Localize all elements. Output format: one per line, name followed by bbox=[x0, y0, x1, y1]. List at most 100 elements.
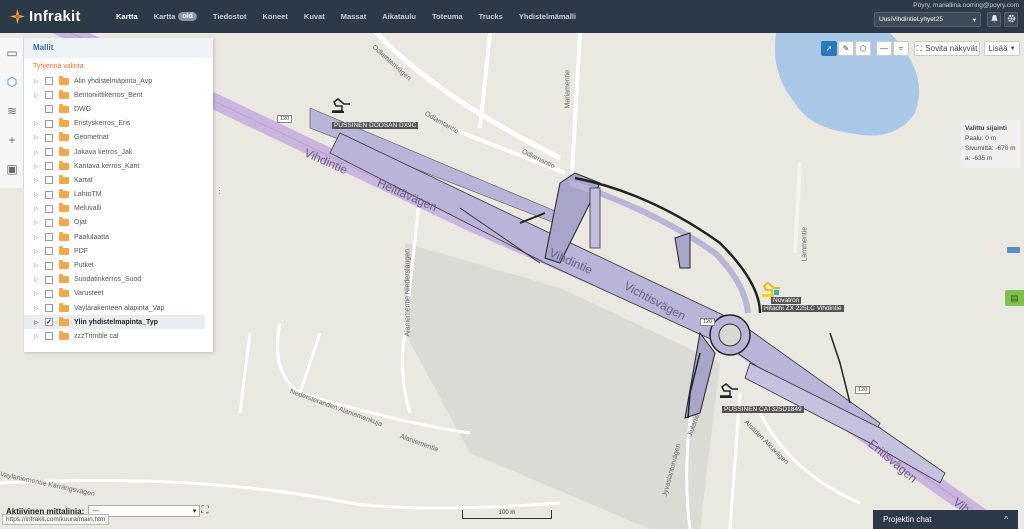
layer-row[interactable]: ▷ LahtoTM bbox=[24, 188, 213, 202]
fit-visible-button[interactable]: ⛶ Sovita näkyvät bbox=[914, 41, 980, 56]
folder-icon bbox=[59, 103, 69, 113]
settings-button[interactable] bbox=[1004, 12, 1018, 27]
caret-right-icon[interactable]: ▷ bbox=[34, 305, 42, 312]
layer-checkbox[interactable] bbox=[45, 77, 53, 86]
nav-kartta[interactable]: Kartta bbox=[108, 0, 146, 33]
caret-right-icon[interactable]: ▷ bbox=[34, 120, 42, 127]
layer-row[interactable]: ▷ Kartat bbox=[24, 173, 213, 187]
add-button[interactable]: + bbox=[0, 125, 24, 154]
machine-label[interactable]: PUSSINEN DOOSAN DX9C bbox=[332, 122, 419, 129]
layer-checkbox[interactable] bbox=[45, 105, 53, 114]
side-tool-tab[interactable]: ▤ bbox=[1005, 290, 1024, 306]
layer-row[interactable]: ▷ Meluvalli bbox=[24, 202, 213, 216]
nav-toteuma[interactable]: Toteuma bbox=[424, 0, 471, 33]
machine-label[interactable]: Novatron bbox=[771, 297, 802, 304]
layer-row[interactable]: ▷ Vaylarakenteen alapinta_Vap bbox=[24, 301, 213, 315]
layer-checkbox[interactable] bbox=[45, 133, 53, 142]
caret-right-icon[interactable]: ▷ bbox=[34, 134, 42, 141]
layer-checkbox[interactable] bbox=[45, 218, 53, 227]
layer-name: Kantava kerros_Kant bbox=[74, 162, 140, 170]
layer-checkbox[interactable] bbox=[45, 289, 53, 298]
caret-right-icon[interactable]: ▷ bbox=[34, 319, 42, 326]
layer-row[interactable]: ▷ Putket bbox=[24, 258, 213, 272]
caret-right-icon[interactable]: ▷ bbox=[34, 333, 42, 340]
layer-row[interactable]: ▷ Geometriat bbox=[24, 131, 213, 145]
caret-right-icon[interactable]: ▷ bbox=[34, 276, 42, 283]
layer-checkbox[interactable] bbox=[45, 119, 53, 128]
images-button[interactable]: ▣ bbox=[0, 154, 24, 183]
nav-kartta-old[interactable]: Kartta old bbox=[146, 0, 205, 33]
layer-checkbox[interactable] bbox=[45, 204, 53, 213]
layer-row[interactable]: DWG bbox=[24, 102, 213, 116]
layer-row[interactable]: ▷ Alin yhdistelmäpinta_Avp bbox=[24, 74, 213, 88]
caret-right-icon[interactable]: ▷ bbox=[34, 78, 42, 85]
layer-checkbox[interactable] bbox=[45, 332, 53, 341]
layer-checkbox[interactable] bbox=[45, 190, 53, 199]
map-view-button[interactable]: ▭ bbox=[0, 38, 24, 67]
layer-row[interactable]: ▷ ✓ Ylin yhdistelmapinta_Typ bbox=[24, 315, 205, 330]
notifications-button[interactable] bbox=[987, 12, 1001, 27]
area-tool-button[interactable]: ⬠ bbox=[855, 41, 871, 56]
layer-row[interactable]: ▷ Ojat bbox=[24, 216, 213, 230]
nav-aikataulu[interactable]: Aikataulu bbox=[374, 0, 424, 33]
caret-right-icon[interactable]: ▷ bbox=[34, 205, 42, 212]
layer-checkbox[interactable] bbox=[45, 261, 53, 270]
layer-row[interactable]: ▷ Eristyskerros_Eris bbox=[24, 117, 213, 131]
excavator-icon[interactable] bbox=[760, 282, 782, 298]
caret-right-icon[interactable]: ▷ bbox=[34, 248, 42, 255]
layer-checkbox[interactable] bbox=[45, 304, 53, 313]
excavator-icon[interactable] bbox=[330, 98, 352, 114]
clear-selection-link[interactable]: Tyhjennä valinta bbox=[24, 58, 213, 73]
nav-tiedostot[interactable]: Tiedostot bbox=[205, 0, 255, 33]
more-button[interactable]: Lisää ▼ bbox=[984, 41, 1020, 56]
layer-checkbox[interactable] bbox=[45, 91, 53, 100]
layer-row[interactable]: ▷ Paalulaatta bbox=[24, 230, 213, 244]
layer-checkbox[interactable] bbox=[45, 162, 53, 171]
layer-row[interactable]: ▷ Varusteet bbox=[24, 287, 213, 301]
layer-row[interactable]: ▷ Suodatinkerros_Suod bbox=[24, 273, 213, 287]
side-scroll-tab[interactable] bbox=[1007, 247, 1020, 253]
excavator-icon[interactable] bbox=[718, 383, 740, 399]
fullscreen-icon[interactable]: ⛶ bbox=[199, 504, 211, 516]
layer-checkbox[interactable] bbox=[45, 247, 53, 256]
caret-right-icon[interactable]: ▷ bbox=[34, 191, 42, 198]
layer-checkbox[interactable] bbox=[45, 233, 53, 242]
project-chat-bar[interactable]: Projektin chat ^ bbox=[873, 510, 1018, 529]
project-select[interactable]: UusiVihdintieLyhyet25 ▾ bbox=[874, 12, 981, 27]
layer-row[interactable]: ▷ PDF bbox=[24, 244, 213, 258]
line-tool-button[interactable]: — bbox=[876, 41, 892, 56]
caret-right-icon[interactable]: ▷ bbox=[34, 163, 42, 170]
layer-checkbox[interactable] bbox=[45, 148, 53, 157]
layer-checkbox[interactable] bbox=[45, 176, 53, 185]
machine-label[interactable]: Hitachi ZX 225LC Vihdintie bbox=[762, 305, 844, 312]
caret-right-icon[interactable]: ▷ bbox=[34, 149, 42, 156]
machine-label[interactable]: PUSSINEN CAT325D1849 bbox=[722, 406, 804, 413]
caret-right-icon[interactable]: ▷ bbox=[34, 177, 42, 184]
nav-yhdistelmamalli[interactable]: Yhdistelmämalli bbox=[511, 0, 584, 33]
nav-koneet[interactable]: Koneet bbox=[255, 0, 296, 33]
layer-row[interactable]: ▷ Kantava kerros_Kant bbox=[24, 159, 213, 173]
folder-icon bbox=[59, 330, 69, 340]
caret-right-icon[interactable]: ▷ bbox=[34, 290, 42, 297]
caret-right-icon[interactable]: ▷ bbox=[34, 262, 42, 269]
layers-button[interactable]: ≋ bbox=[0, 96, 24, 125]
user-email[interactable]: Pöyry, mariallina.norring@poyry.com bbox=[913, 2, 1019, 9]
layer-row[interactable]: ▷ Bentoniittikerros_Bent bbox=[24, 88, 213, 102]
caret-right-icon[interactable]: ▷ bbox=[34, 234, 42, 241]
nav-massat[interactable]: Massat bbox=[333, 0, 374, 33]
caret-right-icon[interactable]: ▷ bbox=[34, 92, 42, 99]
infrakit-logo[interactable]: Infrakit bbox=[0, 8, 100, 25]
nav-trucks[interactable]: Trucks bbox=[471, 0, 511, 33]
folder-icon bbox=[59, 89, 69, 99]
layer-checkbox[interactable]: ✓ bbox=[45, 318, 53, 327]
layer-row[interactable]: ▷ Jakava kerros_Jak bbox=[24, 145, 213, 159]
panel-resize-handle[interactable]: · · · bbox=[218, 183, 221, 198]
select-tool-button[interactable]: ➚ bbox=[821, 41, 837, 56]
layer-checkbox[interactable] bbox=[45, 275, 53, 284]
measure-tool-button[interactable]: ✎ bbox=[838, 41, 854, 56]
models-button[interactable]: ⬡ bbox=[0, 67, 24, 96]
profile-tool-button[interactable]: ≈ bbox=[893, 41, 909, 56]
caret-right-icon[interactable]: ▷ bbox=[34, 219, 42, 226]
nav-kuvat[interactable]: Kuvat bbox=[296, 0, 333, 33]
layer-row[interactable]: ▷ zzzTrimble cal bbox=[24, 329, 213, 343]
